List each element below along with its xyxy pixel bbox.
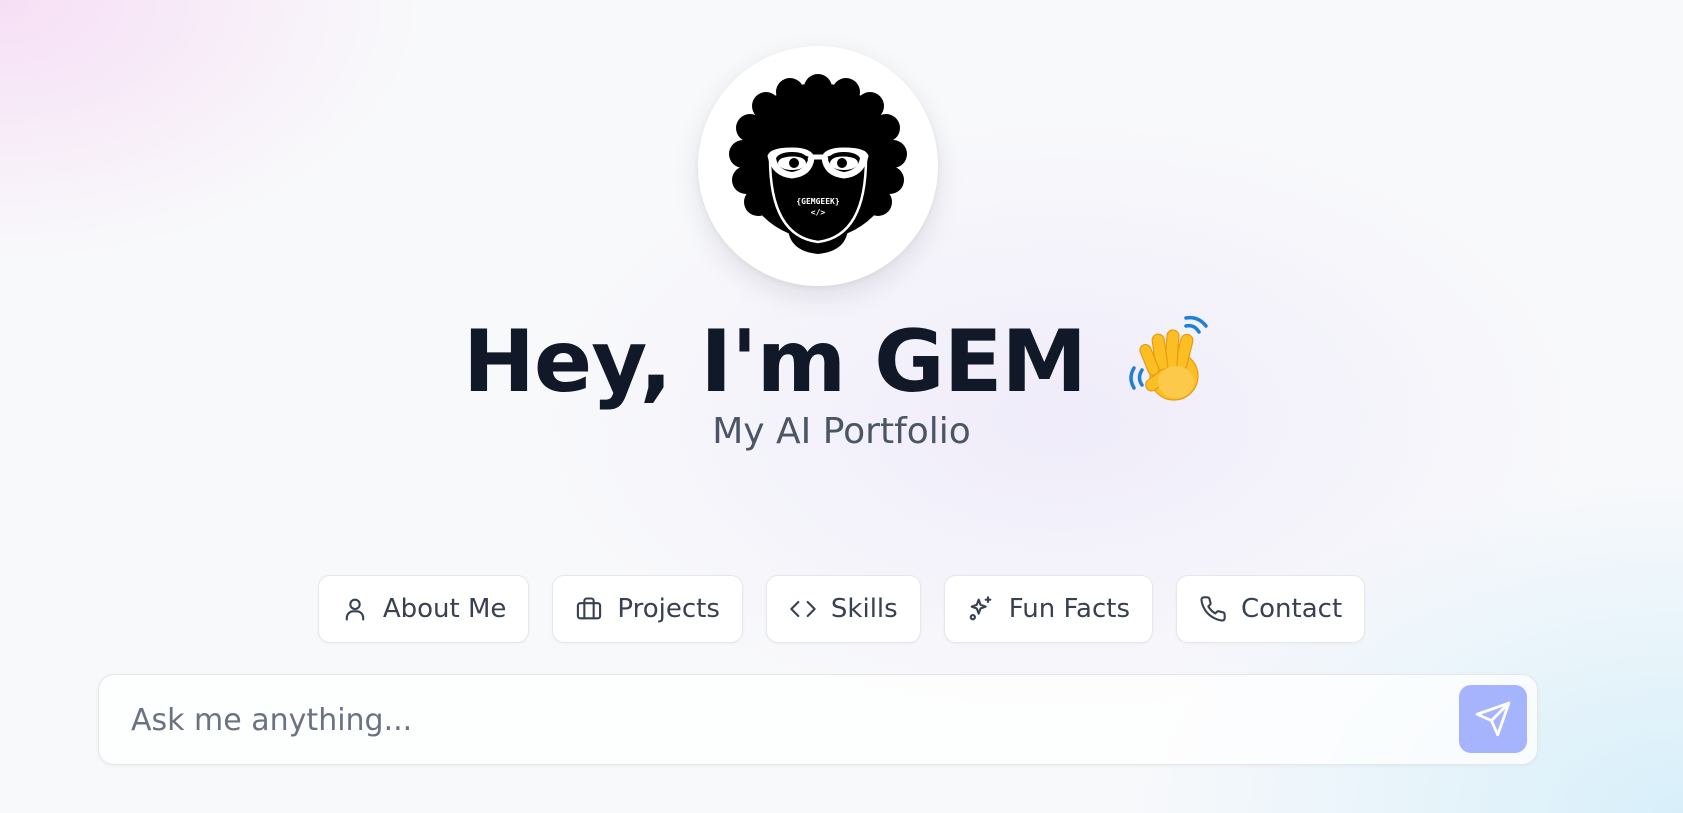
chat-input-box — [98, 674, 1538, 766]
briefcase-icon — [575, 595, 603, 623]
about-me-label: About Me — [382, 594, 507, 624]
gemgeek-logo: {GEMGEEK} </> — [729, 74, 907, 254]
contact-button[interactable]: Contact — [1176, 575, 1366, 643]
sparkles-icon — [967, 595, 995, 623]
contact-label: Contact — [1241, 594, 1343, 624]
projects-button[interactable]: Projects — [552, 575, 743, 643]
about-me-button[interactable]: About Me — [317, 575, 530, 643]
user-icon — [341, 595, 369, 623]
code-icon — [789, 595, 817, 623]
projects-label: Projects — [617, 594, 720, 624]
page-subtitle: My AI Portfolio — [712, 411, 971, 452]
logo-text-line2: </> — [811, 208, 826, 217]
avatar: {GEMGEEK} </> — [698, 46, 938, 286]
send-icon — [1475, 701, 1511, 737]
phone-icon — [1199, 595, 1227, 623]
hero-title-row: Hey, I'm GEM — [0, 312, 1683, 412]
page-title: Hey, I'm GEM — [462, 312, 1087, 412]
waving-hand-icon — [1120, 312, 1220, 412]
skills-label: Skills — [830, 594, 898, 624]
logo-text-line1: {GEMGEEK} — [796, 197, 840, 206]
send-button[interactable] — [1459, 685, 1527, 753]
chat-input[interactable] — [129, 675, 1433, 766]
skills-button[interactable]: Skills — [765, 575, 921, 643]
fun-facts-label: Fun Facts — [1008, 594, 1130, 624]
fun-facts-button[interactable]: Fun Facts — [943, 575, 1153, 643]
quick-actions: About Me Projects Skills Fun Facts Conta… — [0, 575, 1683, 643]
